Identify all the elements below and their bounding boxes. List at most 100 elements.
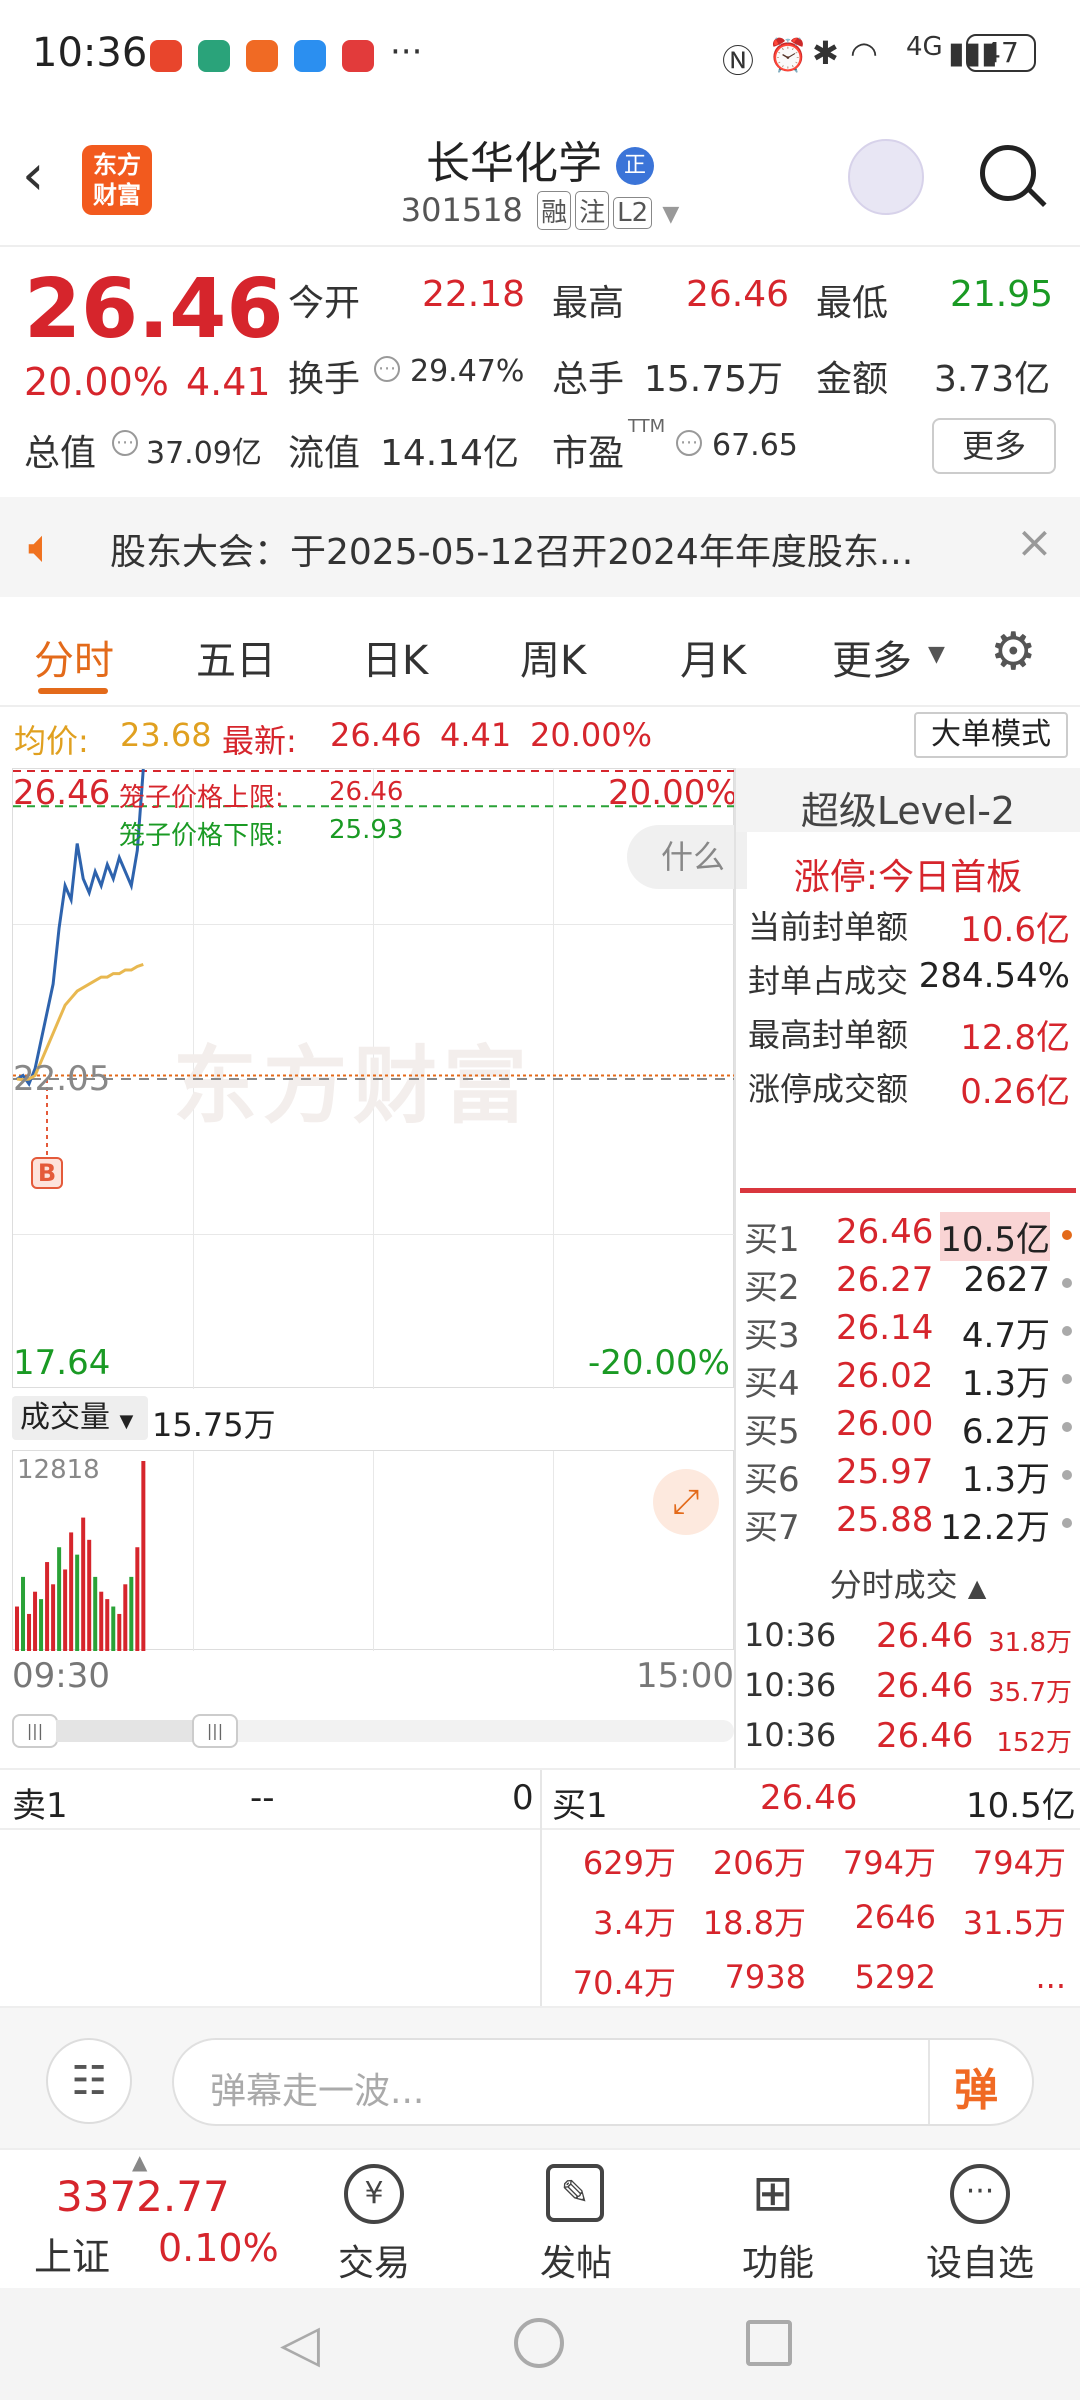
bid-row[interactable]: 买4 26.02 1.3万 bbox=[736, 1356, 1080, 1404]
last-price: 26.46 bbox=[24, 262, 284, 357]
message-icon bbox=[294, 40, 326, 72]
slider-left-handle[interactable]: ||| bbox=[12, 1714, 58, 1748]
system-back-icon[interactable]: ◁ bbox=[280, 2314, 320, 2374]
bid-volume: 1.3万 bbox=[961, 1364, 1050, 1404]
bid-price: 26.46 bbox=[836, 1212, 934, 1252]
mktcap-info-icon[interactable]: ⋯ bbox=[112, 430, 138, 456]
nav-post[interactable]: ✎ 发帖 bbox=[506, 2158, 646, 2288]
alarm-icon: ⏰ bbox=[768, 36, 808, 74]
bid-level-label: 买4 bbox=[744, 1364, 800, 1404]
tick-time: 10:36 bbox=[744, 1616, 837, 1654]
volume-chart[interactable]: 12818 ⤢ bbox=[12, 1450, 734, 1651]
tag-level2: L2 bbox=[613, 197, 653, 229]
queue-cell: 629万 bbox=[582, 1844, 676, 1882]
danmu-input[interactable]: 弹幕走一波... 弹 bbox=[172, 2038, 1034, 2126]
tick-trades-header[interactable]: 分时成交 ▲ bbox=[736, 1560, 1080, 1604]
index-ticker[interactable]: ▲ 3372.77 上证 0.10% bbox=[20, 2150, 320, 2290]
level2-stat-value: 0.26亿 bbox=[960, 1072, 1070, 1112]
tab-weekly-k[interactable]: 周K bbox=[520, 628, 586, 686]
stock-code: 301518 bbox=[400, 191, 523, 229]
danmu-send-button[interactable]: 弹 bbox=[954, 2054, 998, 2118]
network-type: 4G bbox=[906, 32, 943, 62]
collapse-up-icon: ▲ bbox=[967, 1574, 987, 1602]
volume-value: 15.75万 bbox=[644, 359, 784, 400]
danmu-settings-icon[interactable]: ☷ bbox=[46, 2038, 132, 2124]
nav-add-watchlist[interactable]: ··· 设自选 bbox=[910, 2158, 1050, 2288]
danmu-placeholder: 弹幕走一波... bbox=[210, 2071, 425, 2112]
volume-bar bbox=[15, 1606, 19, 1651]
ask-ai-hint[interactable]: 什么 bbox=[627, 825, 747, 889]
tab-monthly-k[interactable]: 月K bbox=[680, 628, 746, 686]
wifi-icon: ◠ bbox=[850, 34, 878, 72]
bid-volume: 2627 bbox=[963, 1260, 1050, 1300]
expand-icon[interactable]: ⤢ bbox=[653, 1469, 719, 1535]
close-icon[interactable]: × bbox=[1016, 517, 1053, 568]
bid-level-label: 买7 bbox=[744, 1508, 800, 1548]
time-range-slider[interactable]: ||| ||| bbox=[12, 1714, 734, 1748]
amount-value: 3.73亿 bbox=[934, 359, 1051, 400]
dropdown-icon[interactable]: ▼ bbox=[662, 202, 679, 227]
tab-more[interactable]: 更多 bbox=[832, 628, 912, 686]
speaker-icon: 🔈︎ bbox=[28, 519, 56, 573]
volume-bar bbox=[93, 1576, 98, 1651]
nav-functions[interactable]: ⊞ 功能 bbox=[708, 2158, 848, 2288]
more-stats-button[interactable]: 更多 bbox=[932, 418, 1056, 474]
notice-bar[interactable]: 🔈︎ 股东大会：于2025-05-12召开2024年年度股东... × bbox=[0, 497, 1080, 597]
tick-price: 26.46 bbox=[876, 1716, 974, 1756]
bid-row[interactable]: 买7 25.88 12.2万 bbox=[736, 1500, 1080, 1548]
bid-row[interactable]: 买6 25.97 1.3万 bbox=[736, 1452, 1080, 1500]
bluetooth-icon: ✱ bbox=[812, 34, 839, 72]
bid-price: 25.88 bbox=[836, 1500, 934, 1540]
weibo-icon bbox=[150, 40, 182, 72]
level2-stat-label: 最高封单额 bbox=[748, 1016, 909, 1054]
tab-daily-k[interactable]: 日K bbox=[362, 628, 428, 686]
open-label: 今开 bbox=[288, 283, 361, 324]
tick-volume: 31.8万 bbox=[988, 1628, 1072, 1658]
queue-separator bbox=[540, 1770, 542, 2006]
volume-bar bbox=[51, 1584, 56, 1651]
volume-bar bbox=[63, 1569, 68, 1651]
volume-bar bbox=[129, 1576, 134, 1651]
bid-row[interactable]: 买5 26.00 6.2万 bbox=[736, 1404, 1080, 1452]
nav-trade[interactable]: ¥ 交易 bbox=[304, 2158, 444, 2288]
volume-bar bbox=[141, 1461, 146, 1651]
big-order-mode-button[interactable]: 大单模式 bbox=[914, 712, 1068, 758]
level2-stat-value: 10.6亿 bbox=[960, 910, 1070, 950]
bid-row[interactable]: 买1 26.46 10.5亿 bbox=[736, 1212, 1080, 1261]
bid-level-label: 买6 bbox=[744, 1460, 800, 1500]
bid-row[interactable]: 买3 26.14 4.7万 bbox=[736, 1308, 1080, 1356]
queue-cell: 3.4万 bbox=[593, 1904, 676, 1942]
bid-volume: 6.2万 bbox=[961, 1412, 1050, 1452]
buy1-price: 26.46 bbox=[760, 1778, 858, 1818]
tab-five-day[interactable]: 五日 bbox=[196, 628, 276, 686]
tab-intraday[interactable]: 分时 bbox=[34, 628, 114, 686]
queue-cell: 7938 bbox=[724, 1958, 806, 1996]
level2-header[interactable]: 超级Level-2 bbox=[736, 768, 1080, 833]
system-home-icon[interactable] bbox=[514, 2318, 564, 2368]
volume-indicator-select[interactable]: 成交量 ▼ bbox=[12, 1396, 148, 1440]
bid-level-label: 买5 bbox=[744, 1412, 800, 1452]
volume-bar bbox=[117, 1613, 122, 1651]
pe-info-icon[interactable]: ⋯ bbox=[676, 430, 702, 456]
intraday-chart[interactable]: 东方财富 26.46 20.00% 笼子价格上限: 26.46 笼子价格下限: … bbox=[12, 768, 747, 1389]
app-notify-icon bbox=[246, 40, 278, 72]
system-recents-icon[interactable] bbox=[746, 2320, 792, 2366]
bid-row[interactable]: 买2 26.27 2627 bbox=[736, 1260, 1080, 1308]
volume-total: 15.75万 bbox=[152, 1406, 276, 1444]
slider-right-handle[interactable]: ||| bbox=[192, 1714, 238, 1748]
volume-bar bbox=[111, 1606, 116, 1651]
chart-bottom-price: 17.64 bbox=[13, 1343, 111, 1383]
volume-bar bbox=[21, 1576, 26, 1651]
settings-gear-icon[interactable]: ⚙ bbox=[990, 622, 1037, 682]
verified-badge: 正 bbox=[616, 147, 654, 185]
robot-assistant-icon[interactable] bbox=[848, 139, 924, 215]
queue-cell: 5292 bbox=[854, 1958, 936, 1996]
volume-bar bbox=[45, 1562, 50, 1651]
nav-post-label: 发帖 bbox=[539, 2243, 612, 2284]
index-pct: 0.10% bbox=[158, 2226, 279, 2270]
nfc-icon: Ⓝ bbox=[722, 42, 755, 80]
turnover-info-icon[interactable]: ⋯ bbox=[374, 356, 400, 382]
buy-point-marker[interactable]: B bbox=[31, 1157, 63, 1189]
tick-time: 10:36 bbox=[744, 1666, 837, 1704]
amount-label: 金额 bbox=[816, 359, 889, 400]
